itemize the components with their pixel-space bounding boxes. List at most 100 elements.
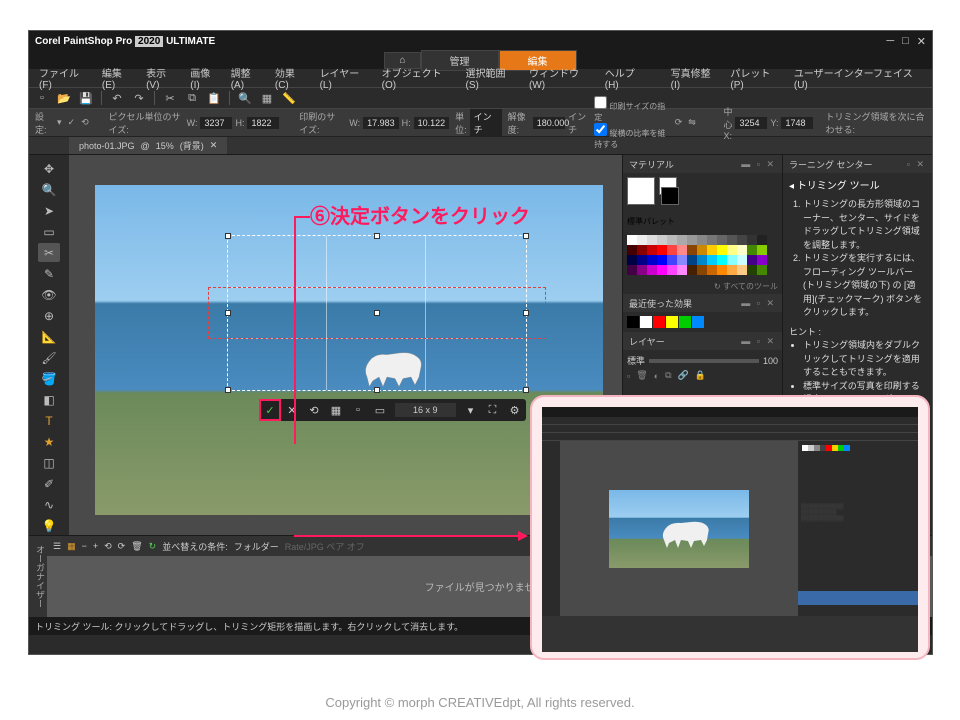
- new-layer-icon[interactable]: ▫: [627, 371, 630, 381]
- cut-icon[interactable]: ✂: [161, 89, 179, 107]
- color-swatch[interactable]: [647, 255, 657, 265]
- zoom-tool-icon[interactable]: 🔍: [38, 180, 60, 199]
- menu-help[interactable]: ヘルプ(H): [599, 65, 653, 91]
- width-field[interactable]: 3237: [200, 117, 232, 129]
- color-swatch[interactable]: [717, 245, 727, 255]
- zoom-icon[interactable]: 🔍: [236, 89, 254, 107]
- color-swatch[interactable]: [637, 255, 647, 265]
- ruler-icon[interactable]: 📏: [280, 89, 298, 107]
- open-icon[interactable]: 📂: [55, 89, 73, 107]
- color-swatch[interactable]: [757, 265, 767, 275]
- color-swatch[interactable]: [737, 245, 747, 255]
- color-swatch[interactable]: [757, 255, 767, 265]
- gradient-tool-icon[interactable]: ◧: [38, 390, 60, 409]
- organizer-zoom-out-icon[interactable]: −: [82, 541, 87, 551]
- color-swatch[interactable]: [757, 235, 767, 245]
- color-swatch[interactable]: [657, 265, 667, 275]
- undo-icon[interactable]: ↶: [108, 89, 126, 107]
- color-swatch[interactable]: [647, 265, 657, 275]
- print-height-field[interactable]: 10.122: [414, 117, 450, 129]
- rotate-icon[interactable]: ⟳: [675, 117, 683, 128]
- fill-tool-icon[interactable]: 🪣: [38, 369, 60, 388]
- menu-effects[interactable]: 効果(C): [269, 65, 314, 91]
- menu-object[interactable]: オブジェクト(O): [376, 65, 460, 91]
- color-swatch[interactable]: [657, 255, 667, 265]
- photo-canvas[interactable]: [95, 185, 603, 515]
- center-y-field[interactable]: 1748: [781, 117, 813, 129]
- recent-swatch[interactable]: [666, 316, 678, 328]
- all-tools-toggle[interactable]: ↻ すべてのツール: [623, 279, 782, 294]
- menu-edit[interactable]: 編集(E): [96, 65, 140, 91]
- organizer-rotate-icon[interactable]: ⟲: [104, 541, 112, 552]
- learning-center-header[interactable]: ラーニング センター▫ ✕: [783, 155, 932, 173]
- crop-rectangle[interactable]: [227, 235, 527, 391]
- color-swatch[interactable]: [737, 265, 747, 275]
- palette-type-select[interactable]: 標準パレット: [627, 217, 675, 226]
- color-swatch[interactable]: [677, 235, 687, 245]
- color-swatch[interactable]: [687, 245, 697, 255]
- color-swatch[interactable]: [707, 255, 717, 265]
- height-field[interactable]: 1822: [247, 117, 279, 129]
- group-icon[interactable]: ⧉: [665, 370, 671, 381]
- clone-tool-icon[interactable]: ⊕: [38, 306, 60, 325]
- color-swatch[interactable]: [627, 235, 637, 245]
- new-icon[interactable]: ▫: [33, 89, 51, 107]
- copy-icon[interactable]: ⧉: [183, 89, 201, 107]
- center-x-field[interactable]: 3254: [735, 117, 767, 129]
- color-swatch[interactable]: [687, 235, 697, 245]
- color-swatch[interactable]: [697, 265, 707, 275]
- menu-photo-fix[interactable]: 写真修整(I): [665, 65, 725, 91]
- brush-tool-icon[interactable]: 🖌: [38, 348, 60, 367]
- color-swatch[interactable]: [727, 255, 737, 265]
- color-swatch[interactable]: [737, 235, 747, 245]
- menu-adjust[interactable]: 調整(A): [225, 65, 269, 91]
- menu-view[interactable]: 表示(V): [140, 65, 184, 91]
- color-swatch[interactable]: [647, 245, 657, 255]
- color-swatch[interactable]: [727, 245, 737, 255]
- menu-selection[interactable]: 選択範囲(S): [460, 65, 523, 91]
- reset-icon[interactable]: ⟲: [81, 117, 89, 128]
- pen-tool-icon[interactable]: ✐: [38, 474, 60, 493]
- color-swatch[interactable]: [667, 255, 677, 265]
- grid-icon[interactable]: ▦: [258, 89, 276, 107]
- color-swatch[interactable]: [677, 245, 687, 255]
- menu-file[interactable]: ファイル(F): [33, 65, 96, 91]
- close-icon[interactable]: ✕: [917, 35, 926, 48]
- color-swatch[interactable]: [657, 235, 667, 245]
- text-tool-icon[interactable]: T: [38, 411, 60, 430]
- color-swatch[interactable]: [697, 245, 707, 255]
- apply-icon[interactable]: ✓: [68, 117, 76, 128]
- menu-image[interactable]: 画像(I): [184, 65, 224, 91]
- pan-tool-icon[interactable]: ✥: [38, 159, 60, 178]
- crop-orientation-button[interactable]: ▭: [369, 399, 391, 421]
- crop-cancel-button[interactable]: ✕: [281, 399, 303, 421]
- selection-tool-icon[interactable]: ▭: [38, 222, 60, 241]
- crop-rotate-button[interactable]: ⟲: [303, 399, 325, 421]
- color-swatch[interactable]: [667, 235, 677, 245]
- crop-apply-button[interactable]: ✓: [259, 399, 281, 421]
- color-swatch[interactable]: [717, 255, 727, 265]
- eraser-tool-icon[interactable]: ◫: [38, 453, 60, 472]
- save-icon[interactable]: 💾: [77, 89, 95, 107]
- crop-grid-button[interactable]: ▦: [325, 399, 347, 421]
- menu-palette[interactable]: パレット(P): [724, 65, 787, 91]
- blend-mode-select[interactable]: 標準: [627, 354, 645, 367]
- smudge-tool-icon[interactable]: ∿: [38, 495, 60, 514]
- color-swatch[interactable]: [717, 235, 727, 245]
- opacity-slider[interactable]: [649, 359, 759, 363]
- crop-preset-dropdown-icon[interactable]: ▾: [460, 399, 482, 421]
- color-swatch[interactable]: [667, 245, 677, 255]
- delete-layer-icon[interactable]: 🗑: [636, 370, 647, 381]
- color-swatch[interactable]: [647, 235, 657, 245]
- color-swatch[interactable]: [707, 235, 717, 245]
- color-swatch[interactable]: [627, 245, 637, 255]
- flip-icon[interactable]: ⇋: [688, 117, 696, 128]
- organizer-thumb-icon[interactable]: ▦: [67, 541, 76, 552]
- color-swatch[interactable]: [627, 265, 637, 275]
- preset-dropdown-icon[interactable]: ▾: [57, 117, 62, 128]
- color-swatch[interactable]: [657, 245, 667, 255]
- recent-swatch[interactable]: [640, 316, 652, 328]
- crop-tool-icon[interactable]: ✂: [38, 243, 60, 262]
- resolution-field[interactable]: 180.000: [533, 117, 565, 129]
- specify-print-size-checkbox[interactable]: [594, 96, 607, 109]
